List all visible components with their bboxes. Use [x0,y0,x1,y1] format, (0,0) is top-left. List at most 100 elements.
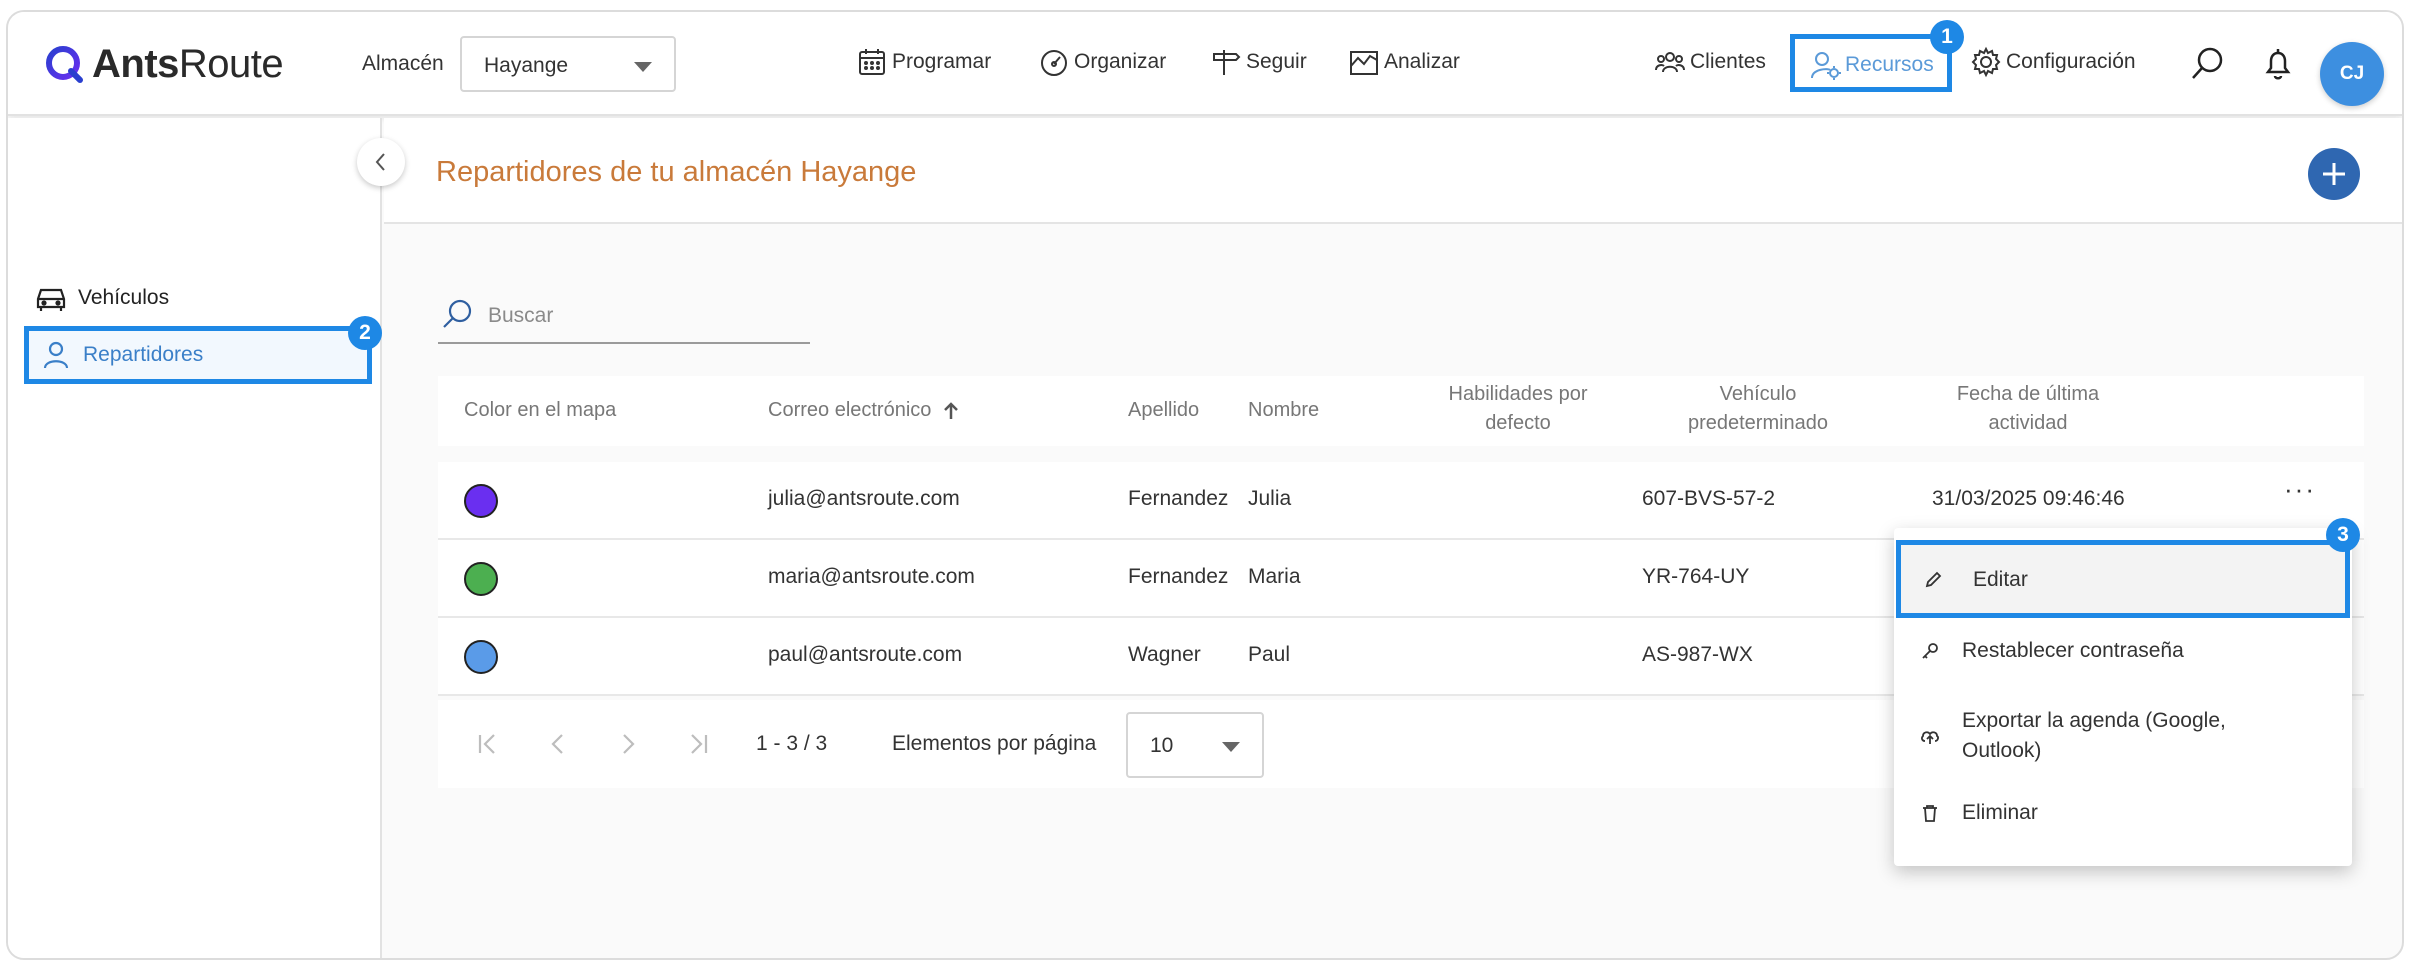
col-header-firstname[interactable]: Nombre [1248,396,1319,425]
app-window: AntsRoute Almacén Hayange Programar Orga… [6,10,2404,960]
more-options-button[interactable]: ··· [2284,474,2316,505]
items-per-page-label: Elementos por página [892,732,1097,755]
map-color-dot [464,484,498,518]
menu-item-label-line1: Exportar la agenda (Google, [1962,709,2226,732]
step-badge-2: 2 [348,316,382,350]
col-header-vehicle[interactable]: Vehículo predeterminado [1658,380,1858,438]
warehouse-label: Almacén [362,52,444,75]
nav-organizar[interactable]: Organizar [1038,42,1166,82]
nav-seguir[interactable]: Seguir [1210,42,1307,82]
items-per-page-value: 10 [1150,734,1174,757]
col-header-activity[interactable]: Fecha de última actividad [1928,380,2128,438]
nav-configuracion[interactable]: Configuración [1970,42,2136,82]
sidebar-item-vehiculos[interactable]: Vehículos [34,278,169,318]
chevron-down-icon [1222,742,1240,752]
search-icon[interactable] [2188,44,2228,84]
col-header-skills-line2: defecto [1485,412,1551,434]
car-icon [36,288,66,311]
chart-icon [1350,51,1378,75]
table-header: Color en el mapa Correo electrónico Apel… [438,376,2364,446]
nav-recursos[interactable]: Recursos [1790,34,1952,92]
user-gear-icon [1811,52,1841,80]
search-icon [443,299,472,328]
avatar[interactable]: CJ [2320,42,2384,106]
logo[interactable]: AntsRoute [44,40,284,88]
previous-page-icon[interactable] [542,728,574,760]
cell-lastname: Fernandez [1128,565,1229,588]
calendar-icon [859,49,885,75]
key-icon [1922,643,1938,659]
antsroute-logo-icon [46,46,83,83]
menu-item-edit-content: Editar [1901,565,2341,595]
warehouse-select-value: Hayange [484,54,569,77]
cell-email: maria@antsroute.com [768,565,975,588]
arrow-up-icon [944,401,959,419]
col-header-lastname[interactable]: Apellido [1128,396,1199,425]
nav-label: Organizar [1074,50,1167,73]
menu-item-label: Eliminar [1962,801,2038,824]
nav-clientes[interactable]: Clientes [1654,42,1766,82]
nav-analizar[interactable]: Analizar [1348,42,1460,82]
cell-vehicle: YR-764-UY [1642,565,1750,588]
cloud-upload-icon [1921,731,1939,744]
sidebar-item-repartidores[interactable]: Repartidores [24,326,372,384]
map-color-dot [464,562,498,596]
gear-icon [1971,46,2001,78]
menu-item-label-line2: Outlook) [1962,739,2042,762]
nav-programar[interactable]: Programar [856,42,991,82]
warehouse-select[interactable]: Hayange [460,36,676,92]
cell-vehicle: 607-BVS-57-2 [1642,487,1776,510]
top-bar: AntsRoute Almacén Hayange Programar Orga… [8,12,2402,116]
sidebar-collapse-button[interactable] [357,138,405,186]
menu-item-label: Restablecer contraseña [1962,639,2184,662]
col-header-activity-line2: actividad [1988,412,2068,434]
sidebar-item-label: Repartidores [83,343,204,366]
chevron-down-icon [634,62,652,72]
nav-label: Programar [892,50,992,73]
col-header-skills-line1: Habilidades por [1448,383,1588,405]
items-per-page-select[interactable]: 10 [1126,712,1264,778]
col-header-skills[interactable]: Habilidades por defecto [1398,380,1638,438]
search-input[interactable]: Buscar [438,288,810,344]
users-icon [1655,52,1685,73]
cell-lastname: Fernandez [1128,487,1229,510]
chevron-left-icon [375,153,385,171]
add-driver-button[interactable] [2308,148,2360,200]
logo-text: AntsRoute [92,41,284,86]
menu-item-label: Exportar la agenda (Google, Outlook) [1962,706,2226,766]
col-header-email-label: Correo electrónico [768,399,932,421]
cell-email: paul@antsroute.com [768,643,963,666]
col-header-vehicle-line2: predeterminado [1687,412,1829,434]
step-badge-1: 1 [1930,20,1964,54]
cell-lastname: Wagner [1128,643,1201,666]
col-header-activity-line1: Fecha de última [1956,383,2100,405]
cell-email: julia@antsroute.com [768,487,960,510]
col-header-color[interactable]: Color en el mapa [464,396,616,425]
bell-icon[interactable] [2258,44,2298,84]
cell-firstname: Paul [1248,643,1291,666]
cell-firstname: Julia [1248,487,1292,510]
menu-item-delete[interactable]: Eliminar [1894,798,2352,828]
trash-icon [1923,805,1937,822]
pagination-range: 1 - 3 / 3 [756,732,828,755]
menu-item-reset-password[interactable]: Restablecer contraseña [1894,636,2352,666]
sidebar-item-content: Repartidores [39,335,203,375]
step-badge-3: 3 [2326,518,2360,552]
nav-label: Recursos [1845,53,1934,76]
nav-label: Analizar [1384,50,1460,73]
last-page-icon[interactable] [682,728,714,760]
menu-item-export-calendar[interactable]: Exportar la agenda (Google, Outlook) [1894,706,2352,766]
plus-icon [2323,163,2345,185]
first-page-icon[interactable] [472,728,504,760]
sidebar-item-label: Vehículos [78,286,170,309]
sidebar: Vehículos [8,118,382,958]
next-page-icon[interactable] [612,728,644,760]
signpost-icon [1213,50,1241,75]
col-header-email[interactable]: Correo electrónico [768,396,961,425]
cell-firstname: Maria [1248,565,1301,588]
menu-item-edit[interactable]: Editar [1896,540,2350,618]
search-placeholder: Buscar [488,304,554,327]
cell-last-activity: 31/03/2025 09:46:46 [1932,487,2125,510]
nav-label: Seguir [1246,50,1307,73]
cell-vehicle: AS-987-WX [1642,643,1753,666]
